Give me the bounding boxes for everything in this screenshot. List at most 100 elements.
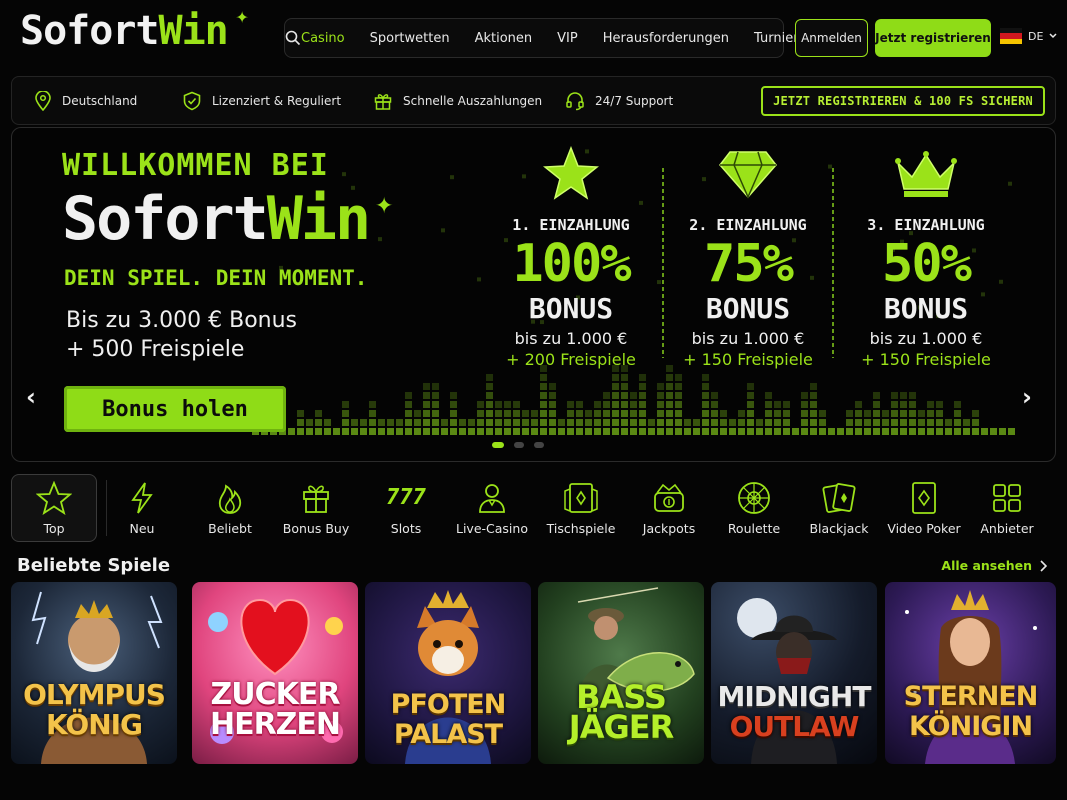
category-tischspiele[interactable]: Tischspiele: [538, 474, 624, 542]
location-pin-icon: [35, 90, 51, 111]
equalizer-pixel: [369, 401, 376, 408]
brand-logo[interactable]: SofortWin ✦: [20, 4, 249, 54]
category-anbieter[interactable]: Anbieter: [964, 474, 1050, 542]
category-live-casino[interactable]: Live-Casino: [449, 474, 535, 542]
offer-deposit-label: 1. EINZAHLUNG: [512, 216, 630, 234]
equalizer-pixel: [675, 401, 682, 408]
equalizer-pixel: [747, 383, 754, 390]
equalizer-pixel: [513, 419, 520, 426]
category-beliebt[interactable]: Beliebt: [187, 474, 273, 542]
hero-welcome: WILLKOMMEN BEI: [62, 148, 329, 183]
nav-item-aktionen[interactable]: Aktionen: [475, 31, 533, 46]
equalizer-pixel: [747, 428, 754, 435]
game-card-zucker-herzen[interactable]: ZUCKER HERZEN: [192, 582, 358, 764]
offer-first-deposit: 1. EINZAHLUNG 100% BONUS bis zu 1.000 € …: [486, 146, 656, 369]
carousel-dots: [492, 442, 544, 448]
equalizer-pixel: [504, 419, 511, 426]
offer-spins: + 150 Freispiele: [861, 350, 991, 369]
game-title-line2: KÖNIG: [45, 708, 143, 741]
equalizer-pixel: [936, 410, 943, 417]
equalizer-pixel: [486, 419, 493, 426]
equalizer-pixel: [378, 428, 385, 435]
equalizer-pixel: [729, 428, 736, 435]
equalizer-pixel: [954, 428, 961, 435]
carousel-dot[interactable]: [514, 442, 524, 448]
equalizer-pixel: [900, 428, 907, 435]
nav-item-herausforderungen[interactable]: Herausforderungen: [603, 31, 729, 46]
carousel-prev-arrow-icon[interactable]: ‹: [26, 383, 36, 411]
register-button[interactable]: Jetzt registrieren: [875, 19, 991, 57]
equalizer-pixel: [963, 428, 970, 435]
carousel-dot[interactable]: [534, 442, 544, 448]
equalizer-pixel: [333, 428, 340, 435]
equalizer-pixel: [702, 401, 709, 408]
category-label: Blackjack: [809, 520, 869, 536]
equalizer-pixel: [657, 428, 664, 435]
equalizer-pixel: [621, 428, 628, 435]
equalizer-pixel: [756, 428, 763, 435]
category-neu[interactable]: Neu: [99, 474, 185, 542]
equalizer-pixel: [918, 428, 925, 435]
equalizer-pixel: [594, 428, 601, 435]
hero-bonus-line2: + 500 Freispiele: [66, 337, 245, 362]
bonus-claim-button[interactable]: Bonus holen: [64, 386, 286, 432]
equalizer-pixel: [477, 419, 484, 426]
offer-upto: bis zu 1.000 €: [691, 329, 805, 348]
info-country-label: Deutschland: [62, 93, 138, 108]
nav-item-casino[interactable]: Casino: [301, 31, 345, 46]
sparkle-icon: ✦: [375, 186, 393, 221]
equalizer-pixel: [864, 428, 871, 435]
equalizer-pixel: [783, 401, 790, 408]
equalizer-pixel: [405, 392, 412, 399]
see-all-link[interactable]: Alle ansehen: [941, 558, 1047, 573]
nav-item-sportwetten[interactable]: Sportwetten: [370, 31, 450, 46]
language-selector[interactable]: DE: [1000, 28, 1057, 44]
equalizer-pixel: [405, 428, 412, 435]
category-roulette[interactable]: Roulette: [711, 474, 797, 542]
equalizer-pixel: [621, 419, 628, 426]
equalizer-pixel: [549, 410, 556, 417]
equalizer-pixel: [927, 419, 934, 426]
sparkle-icon: ✦: [235, 4, 249, 29]
info-payouts: Schnelle Auszahlungen: [373, 77, 542, 124]
equalizer-pixel: [639, 410, 646, 417]
equalizer-pixel: [549, 428, 556, 435]
category-video-poker[interactable]: Video Poker: [881, 474, 967, 542]
equalizer-pixel: [513, 401, 520, 408]
offer-deposit-label: 2. EINZAHLUNG: [689, 216, 807, 234]
equalizer-pixel: [675, 392, 682, 399]
equalizer-pixel: [738, 419, 745, 426]
nav-item-vip[interactable]: VIP: [557, 31, 578, 46]
game-card-midnight-outlaw[interactable]: MIDNIGHT OUTLAW: [711, 582, 877, 764]
carousel-next-arrow-icon[interactable]: ›: [1022, 383, 1032, 411]
equalizer-pixel: [702, 392, 709, 399]
equalizer-pixel: [693, 419, 700, 426]
equalizer-pixel: [972, 410, 979, 417]
game-card-pfoten-palast[interactable]: PFOTEN PALAST: [365, 582, 531, 764]
equalizer-pixel: [711, 392, 718, 399]
category-blackjack[interactable]: Blackjack: [796, 474, 882, 542]
category-top[interactable]: Top: [11, 474, 97, 542]
search-button[interactable]: [285, 19, 301, 57]
equalizer-pixel: [855, 401, 862, 408]
category-slots[interactable]: 777 Slots: [363, 474, 449, 542]
category-bar: Top Neu Beliebt Bonus Buy 777 Slots Live…: [11, 474, 1056, 542]
category-bonus-buy[interactable]: Bonus Buy: [273, 474, 359, 542]
equalizer-pixel: [405, 401, 412, 408]
game-title-line1: MIDNIGHT: [717, 680, 872, 713]
equalizer-pixel: [612, 419, 619, 426]
equalizer-pixel: [549, 401, 556, 408]
equalizer-pixel: [486, 428, 493, 435]
equalizer-pixel: [495, 401, 502, 408]
register-free-spins-button[interactable]: JETZT REGISTRIEREN & 100 FS SICHERN: [761, 86, 1045, 116]
category-jackpots[interactable]: Jackpots: [626, 474, 712, 542]
game-card-bass-jaeger[interactable]: BASS JÄGER: [538, 582, 704, 764]
equalizer-pixel: [477, 428, 484, 435]
equalizer-pixel: [423, 410, 430, 417]
game-card-olympus-koenig[interactable]: OLYMPUS KÖNIG: [11, 582, 177, 764]
login-button[interactable]: Anmelden: [795, 19, 868, 57]
equalizer-pixel: [657, 410, 664, 417]
carousel-dot[interactable]: [492, 442, 504, 448]
info-support-label: 24/7 Support: [595, 93, 674, 108]
game-card-sternen-koenigin[interactable]: STERNEN KÖNIGIN: [885, 582, 1056, 764]
